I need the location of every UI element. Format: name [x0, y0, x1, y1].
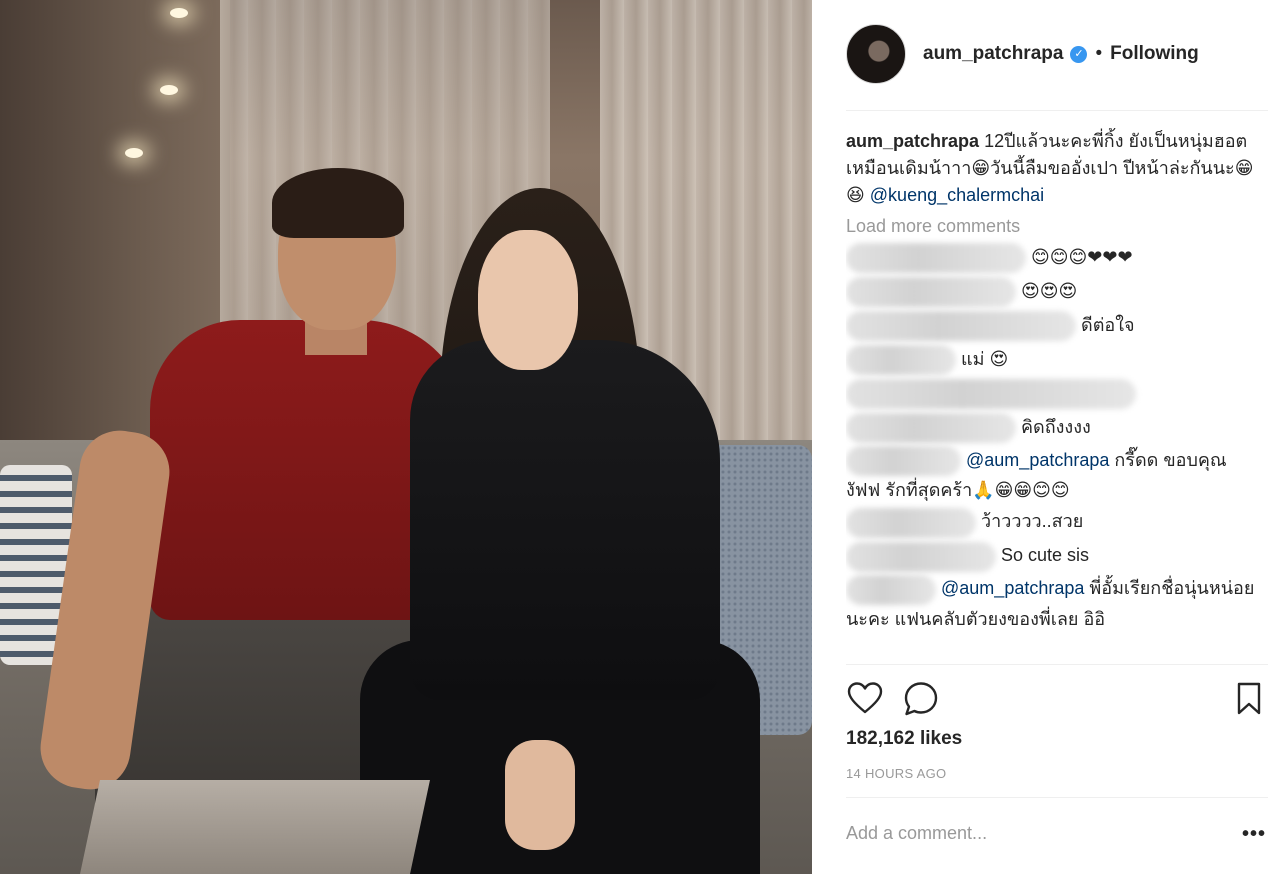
caption-username[interactable]: aum_patchrapa — [846, 131, 979, 151]
comments-divider — [846, 664, 1268, 665]
comment-text: ดีต่อใจ — [1081, 315, 1135, 335]
blurred-username — [846, 541, 996, 572]
comment-mention[interactable]: @aum_patchrapa — [966, 450, 1109, 470]
comment-item: แม่ 😍 — [846, 342, 1256, 376]
blurred-username — [846, 379, 1136, 410]
caption: aum_patchrapa 12ปีแล้วนะคะพี่กิ้ง ยังเป็… — [846, 128, 1256, 209]
header-separator: • — [1095, 43, 1103, 64]
comment-item: คิดถึงงงง — [846, 410, 1256, 444]
like-heart-icon[interactable] — [846, 680, 884, 718]
comment-text: 😊😊😊❤❤❤ — [1031, 247, 1133, 267]
comment-item: ว้าวววว..สวย — [846, 504, 1256, 538]
post-actions — [846, 680, 1268, 720]
blurred-username — [846, 413, 1016, 444]
blurred-username — [846, 345, 956, 376]
post-side-panel: aum_patchrapa ✓ • Following aum_patchrap… — [812, 0, 1280, 874]
comment-item — [846, 376, 1256, 410]
photo-woman-face — [478, 230, 578, 370]
comment-text: ว้าวววว..สวย — [981, 511, 1084, 532]
comment-text: 😍😍😍 — [1021, 281, 1078, 301]
blurred-username — [846, 507, 976, 538]
header-username[interactable]: aum_patchrapa — [923, 43, 1063, 65]
ceiling-light — [125, 148, 143, 158]
comment-item: 😍😍😍 — [846, 274, 1256, 308]
photo-man-hair — [272, 168, 404, 238]
bookmark-icon[interactable] — [1230, 680, 1268, 718]
photo-woman-hand — [505, 740, 575, 850]
comment-bubble-icon[interactable] — [902, 680, 940, 718]
footer-divider — [846, 797, 1268, 798]
add-comment-input[interactable]: Add a comment... — [846, 823, 987, 844]
post-header: aum_patchrapa ✓ • Following — [846, 23, 1199, 85]
photo-table — [80, 780, 430, 874]
comment-mention[interactable]: @aum_patchrapa — [941, 578, 1084, 598]
verified-badge-icon: ✓ — [1070, 45, 1088, 63]
avatar[interactable] — [846, 24, 906, 84]
post-photo[interactable] — [0, 0, 812, 874]
blurred-username — [846, 243, 1026, 274]
comment-item: So cute sis — [846, 538, 1256, 572]
comment-item: @aum_patchrapa กรี๊ดด ขอบคุณงัฟฟ รักที่ส… — [846, 444, 1256, 504]
more-options-icon[interactable]: ••• — [1242, 823, 1266, 846]
ceiling-light — [170, 8, 188, 18]
header-divider — [846, 110, 1268, 111]
comment-item: 😊😊😊❤❤❤ — [846, 240, 1256, 274]
likes-count[interactable]: 182,162 likes — [846, 728, 962, 750]
ceiling-light — [160, 85, 178, 95]
comments-list[interactable]: aum_patchrapa 12ปีแล้วนะคะพี่กิ้ง ยังเป็… — [846, 128, 1256, 664]
blurred-username — [846, 277, 1016, 308]
blurred-username — [846, 574, 936, 605]
following-button[interactable]: Following — [1110, 43, 1199, 65]
comment-item: ดีต่อใจ — [846, 308, 1256, 342]
blurred-username — [846, 311, 1076, 342]
photo-woman-jacket — [410, 340, 720, 700]
comment-text: แม่ 😍 — [961, 349, 1009, 369]
caption-mention[interactable]: @kueng_chalermchai — [870, 185, 1044, 205]
post-timestamp[interactable]: 14 HOURS AGO — [846, 766, 946, 781]
blurred-username — [846, 446, 961, 477]
comment-text: So cute sis — [1001, 545, 1090, 566]
comment-item: @aum_patchrapa พี่อั้มเรียกชื่อนุ่นหน่อย… — [846, 572, 1256, 632]
comment-text: คิดถึงงงง — [1021, 417, 1091, 437]
load-more-comments-link[interactable]: Load more comments — [846, 213, 1256, 240]
